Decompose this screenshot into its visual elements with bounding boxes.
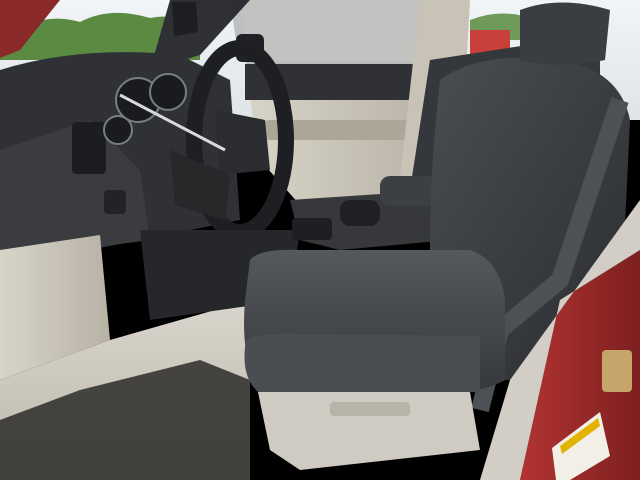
gear-shifter-base: [292, 218, 332, 240]
cup-holder: [340, 200, 380, 226]
gauge-cluster-right: [149, 73, 187, 111]
steering-wheel-hub: [215, 110, 270, 175]
door-latch-striker: [602, 350, 632, 392]
seat-cushion-bolster-front: [244, 333, 480, 392]
vent-left: [72, 122, 106, 174]
headrest: [520, 2, 610, 65]
rearview-mirror: [172, 2, 198, 36]
seat-adjust-lever: [330, 402, 410, 416]
headlight-switch: [104, 190, 126, 214]
car-interior-photo: [0, 0, 640, 480]
gauge-cluster-small: [103, 115, 133, 145]
